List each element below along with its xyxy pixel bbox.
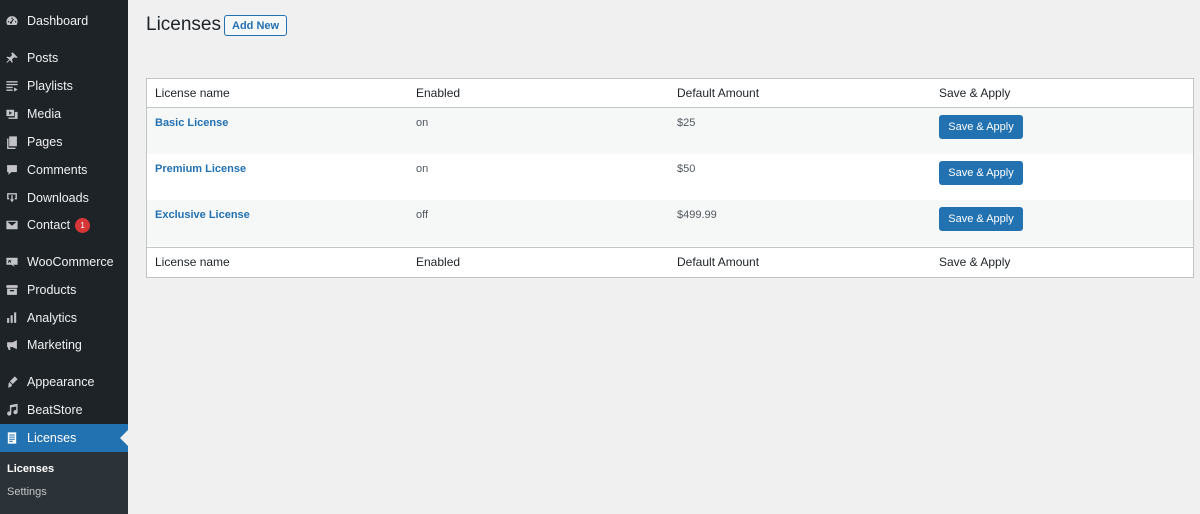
dashboard-icon — [5, 14, 19, 28]
column-footer-enabled: Enabled — [416, 255, 461, 269]
menu-item-marketing[interactable]: Marketing — [0, 331, 128, 359]
menu-item-appearance[interactable]: Appearance — [0, 368, 128, 396]
document-icon — [5, 431, 19, 445]
menu-item-dashboard[interactable]: Dashboard — [0, 7, 128, 35]
column-header-license-name: License name — [155, 86, 230, 100]
menu-item-analytics[interactable]: Analytics — [0, 304, 128, 332]
column-header-enabled: Enabled — [416, 86, 461, 100]
menu-label: Marketing — [27, 338, 82, 352]
submenu-item-settings[interactable]: Settings — [7, 486, 47, 498]
license-name-link[interactable]: Basic License — [155, 116, 228, 130]
table-row: Basic License on $25 Save & Apply — [147, 108, 1193, 154]
menu-item-products[interactable]: Products — [0, 276, 128, 304]
add-new-button[interactable]: Add New — [224, 15, 288, 36]
music-note-icon — [5, 403, 19, 417]
menu-label: Playlists — [27, 79, 73, 93]
brush-icon — [5, 375, 19, 389]
column-footer-save-apply: Save & Apply — [939, 255, 1011, 269]
menu-item-pages[interactable]: Pages — [0, 128, 128, 156]
enabled-value: off — [416, 209, 429, 221]
menu-label: Products — [27, 283, 77, 297]
menu-item-woocommerce[interactable]: WooCommerce — [0, 248, 128, 276]
licenses-table: License name Enabled Default Amount Save… — [146, 78, 1194, 278]
menu-label: Downloads — [27, 191, 89, 205]
amount-value: $499.99 — [677, 209, 717, 221]
download-icon — [5, 191, 19, 205]
playlist-icon — [5, 79, 19, 93]
licenses-submenu: Licenses Settings — [0, 452, 128, 514]
menu-item-beatstore[interactable]: BeatStore — [0, 396, 128, 424]
menu-item-media[interactable]: Media — [0, 100, 128, 128]
menu-item-playlists[interactable]: Playlists — [0, 72, 128, 100]
admin-sidebar: Dashboard Posts Playlists Media Pages Co… — [0, 0, 128, 514]
menu-item-licenses[interactable]: Licenses — [0, 424, 128, 452]
table-header-row: License name Enabled Default Amount Save… — [147, 79, 1193, 108]
media-icon — [5, 107, 19, 121]
menu-label: Contact — [27, 218, 71, 232]
save-apply-button[interactable]: Save & Apply — [939, 207, 1023, 231]
comment-icon — [5, 163, 19, 177]
chart-bar-icon — [5, 311, 19, 325]
menu-item-downloads[interactable]: Downloads — [0, 184, 128, 212]
menu-label: BeatStore — [27, 403, 83, 417]
menu-item-contact[interactable]: Contact 1 — [0, 211, 128, 239]
mail-icon — [5, 218, 19, 232]
page-title: Licenses — [146, 14, 221, 35]
license-name-link[interactable]: Exclusive License — [155, 208, 250, 222]
menu-label: Comments — [27, 163, 88, 177]
menu-label: Analytics — [27, 311, 78, 325]
column-header-default-amount: Default Amount — [677, 86, 760, 100]
menu-label: Posts — [27, 51, 59, 65]
column-footer-default-amount: Default Amount — [677, 255, 760, 269]
enabled-value: on — [416, 117, 429, 129]
save-apply-button[interactable]: Save & Apply — [939, 115, 1023, 139]
amount-value: $50 — [677, 163, 696, 175]
menu-label: Dashboard — [27, 14, 89, 28]
menu-label: Licenses — [27, 431, 77, 445]
license-name-link[interactable]: Premium License — [155, 162, 246, 176]
megaphone-icon — [5, 338, 19, 352]
menu-label: WooCommerce — [27, 255, 114, 269]
enabled-value: on — [416, 163, 429, 175]
menu-item-comments[interactable]: Comments — [0, 156, 128, 184]
menu-label: Pages — [27, 135, 63, 149]
menu-label: Media — [27, 107, 62, 121]
table-row: Premium License on $50 Save & Apply — [147, 154, 1193, 200]
save-apply-button[interactable]: Save & Apply — [939, 161, 1023, 185]
menu-label: Appearance — [27, 375, 95, 389]
woocommerce-icon — [5, 255, 19, 269]
pin-icon — [5, 51, 19, 65]
amount-value: $25 — [677, 117, 696, 129]
notification-badge: 1 — [75, 217, 91, 233]
table-row: Exclusive License off $499.99 Save & App… — [147, 200, 1193, 246]
archive-icon — [5, 283, 19, 297]
column-header-save-apply: Save & Apply — [939, 86, 1011, 100]
menu-item-posts[interactable]: Posts — [0, 44, 128, 72]
pages-icon — [5, 135, 19, 149]
column-footer-license-name: License name — [155, 255, 230, 269]
submenu-item-licenses[interactable]: Licenses — [7, 463, 54, 475]
table-footer-row: License name Enabled Default Amount Save… — [147, 247, 1193, 276]
